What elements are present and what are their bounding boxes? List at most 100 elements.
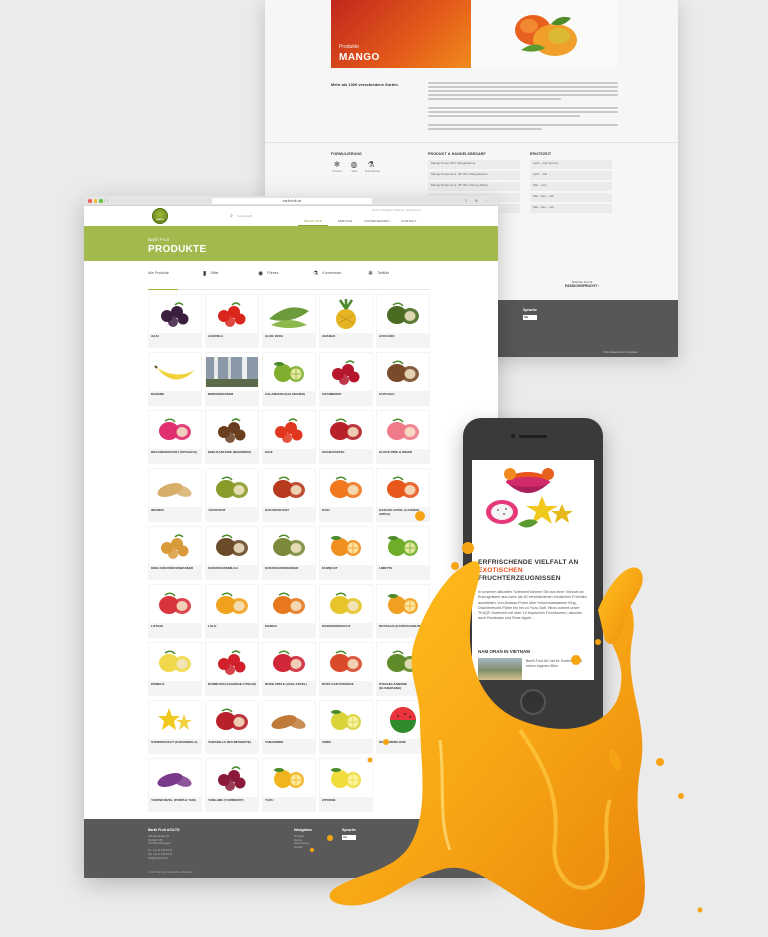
footer-nav-links[interactable]: Produkte Service Unternehmen Kontakt: [294, 835, 309, 849]
product-card[interactable]: Wassermelone: [376, 700, 430, 754]
product-card[interactable]: Physalis (Kapstachelbeere): [376, 584, 430, 638]
filter-puree[interactable]: ◉ Pürees: [258, 270, 313, 277]
formulation-item[interactable]: ❄ Frozen: [331, 160, 343, 173]
product-card[interactable]: Yamswurzel (Purple Yam): [148, 758, 202, 812]
news-teaser[interactable]: Barth Fruit AG hat ihr Sortiment mit ein…: [526, 659, 588, 669]
main-navigation: PRODUKTE SERVICE UNTERNEHMEN KONTAKT: [298, 217, 424, 226]
product-card[interactable]: Rambutan (Haarige Litschi): [205, 642, 259, 696]
product-card[interactable]: Calamansi (Kalamansi): [262, 352, 316, 406]
product-card[interactable]: Granatapfel: [319, 410, 373, 464]
season-column: ERNTEZEIT April – Juni (grüne) April – J…: [530, 152, 612, 215]
zoom-window-button[interactable]: [99, 199, 103, 203]
product-card[interactable]: Kokosnusswasser: [262, 526, 316, 580]
filter-juice[interactable]: ▮ Säfte: [203, 270, 258, 277]
product-card[interactable]: Avocado: [376, 294, 430, 348]
product-card[interactable]: Lulo: [205, 584, 259, 638]
close-window-button[interactable]: [88, 199, 92, 203]
flask-icon: ⚗: [367, 160, 375, 169]
product-card[interactable]: Aloe Vera: [262, 294, 316, 348]
product-card[interactable]: Passionsfrucht: [319, 584, 373, 638]
search-input[interactable]: Suchbegriff: [237, 214, 252, 218]
nav-unternehmen[interactable]: UNTERNEHMEN: [362, 217, 392, 226]
product-name: Wassermelone: [379, 740, 406, 744]
product-cell: Mango-Püree NFC Mangobäume: [428, 160, 520, 169]
product-card[interactable]: Birkenwasser: [205, 352, 259, 406]
meta-links[interactable]: Home Kontakt Sitemap Impressum: [372, 209, 421, 212]
product-card[interactable]: Stachelannone (Guanabana): [376, 642, 430, 696]
product-card[interactable]: Pomelo: [148, 642, 202, 696]
phone-news-heading: NAM ORAN IN VIETNAM: [478, 649, 530, 654]
product-card[interactable]: Litschi: [148, 584, 202, 638]
product-card[interactable]: Tamarinde: [262, 700, 316, 754]
product-card[interactable]: Yang-Mei (Yumberry): [205, 758, 259, 812]
product-card[interactable]: King Kokosnusswasser: [148, 526, 202, 580]
product-card[interactable]: Kakaofrucht: [262, 468, 316, 522]
product-filters: Alle Produkte ▮ Säfte ◉ Pürees ⚗ Konzentrat…: [84, 261, 498, 290]
back-forward-icon[interactable]: ‹ ›: [104, 198, 109, 204]
product-card[interactable]: Goji: [262, 410, 316, 464]
product-image: [320, 527, 372, 565]
product-card[interactable]: Kaschu-Apfel (Cashew Apple): [376, 468, 430, 522]
search-icon[interactable]: ⌕: [230, 213, 233, 219]
product-card[interactable]: Zitrone: [319, 758, 373, 812]
share-icon[interactable]: ⇪ ⊕ ⋯: [464, 198, 492, 203]
product-name: Physalis (Kapstachelbeere): [379, 624, 429, 628]
product-image: [149, 585, 201, 623]
product-name: Passionsfrucht: [322, 624, 351, 628]
barth-fruit-logo[interactable]: BARTH: [152, 208, 168, 224]
product-image: [206, 411, 258, 449]
product-name: Ingwer: [151, 508, 164, 512]
footer-nav-title: Navigation: [294, 828, 312, 832]
product-name: Zitrone: [322, 798, 336, 802]
product-card[interactable]: Banane: [148, 352, 202, 406]
filter-all[interactable]: Alle Produkte: [148, 271, 203, 275]
product-card[interactable]: Jackfruit: [205, 468, 259, 522]
product-card[interactable]: Açai: [148, 294, 202, 348]
product-card[interactable]: Ingwer: [148, 468, 202, 522]
product-card[interactable]: Acerola: [205, 294, 259, 348]
products-heading: PRODUKT & HANDELSBEDARF: [428, 152, 486, 156]
footer-address: Industriestrasse 8a Postfach 145 CH-3110…: [148, 835, 173, 860]
product-card[interactable]: Kaki: [319, 468, 373, 522]
filter-frozen[interactable]: ❄ Tiefkühl: [368, 270, 423, 277]
product-name: Avocado: [379, 334, 395, 338]
product-name: Kaschu-Apfel (Cashew Apple): [379, 508, 419, 516]
product-name: Birkenwasser: [208, 392, 234, 396]
product-card[interactable]: Umbu: [319, 700, 373, 754]
product-card[interactable]: Cranberry: [319, 352, 373, 406]
home-button[interactable]: [520, 689, 546, 715]
minimize-window-button[interactable]: [93, 199, 97, 203]
product-card[interactable]: Rose Apple (Java-Apfel): [262, 642, 316, 696]
product-card[interactable]: Edelkastanie (Maronen): [205, 410, 259, 464]
product-card[interactable]: Drachenfrucht (Pitahaya): [148, 410, 202, 464]
formulation-item[interactable]: ◍ Saft: [348, 160, 360, 173]
product-image: [320, 701, 372, 739]
nav-kontakt[interactable]: KONTAKT: [394, 217, 424, 226]
formulation-item[interactable]: ⚗ Konzentrat: [365, 160, 380, 173]
puree-icon: ◉: [258, 270, 264, 277]
product-card[interactable]: Cupuaçu: [376, 352, 430, 406]
language-select[interactable]: DE: [523, 315, 537, 320]
product-card[interactable]: Limette: [376, 526, 430, 580]
product-card[interactable]: Tamarillo (Baumtomate): [205, 700, 259, 754]
product-name: Tamarinde: [265, 740, 284, 744]
product-card[interactable]: Kumquat: [319, 526, 373, 580]
nav-produkte[interactable]: PRODUKTE: [298, 217, 328, 226]
footer-links[interactable]: Home Datenschutz Impressum: [604, 351, 638, 354]
filter-concentrate[interactable]: ⚗ Konzentrate: [313, 270, 368, 277]
product-card[interactable]: Sternfrucht (Karambola): [148, 700, 202, 754]
product-card[interactable]: Yuzu: [262, 758, 316, 812]
product-card[interactable]: Guave Pink & Weiss: [376, 410, 430, 464]
product-card[interactable]: Kokosnussmilch: [205, 526, 259, 580]
footer-language-select[interactable]: DE: [342, 835, 356, 840]
product-name: Yuzu: [265, 798, 274, 802]
product-card[interactable]: Rote Kaktusfeige: [319, 642, 373, 696]
product-image: [206, 295, 258, 333]
nav-service[interactable]: SERVICE: [330, 217, 360, 226]
product-card[interactable]: Ananas: [319, 294, 373, 348]
phone-screen: ERFRISCHENDE VIELFALT AN EXOTISCHEN FRUC…: [472, 460, 594, 680]
product-card[interactable]: Mango: [262, 584, 316, 638]
next-fruit-link[interactable]: Nächste Frucht PASSIONSFRUCHT ›: [565, 280, 599, 288]
address-bar[interactable]: barthfruit.de: [212, 198, 372, 204]
news-image[interactable]: [478, 658, 522, 680]
